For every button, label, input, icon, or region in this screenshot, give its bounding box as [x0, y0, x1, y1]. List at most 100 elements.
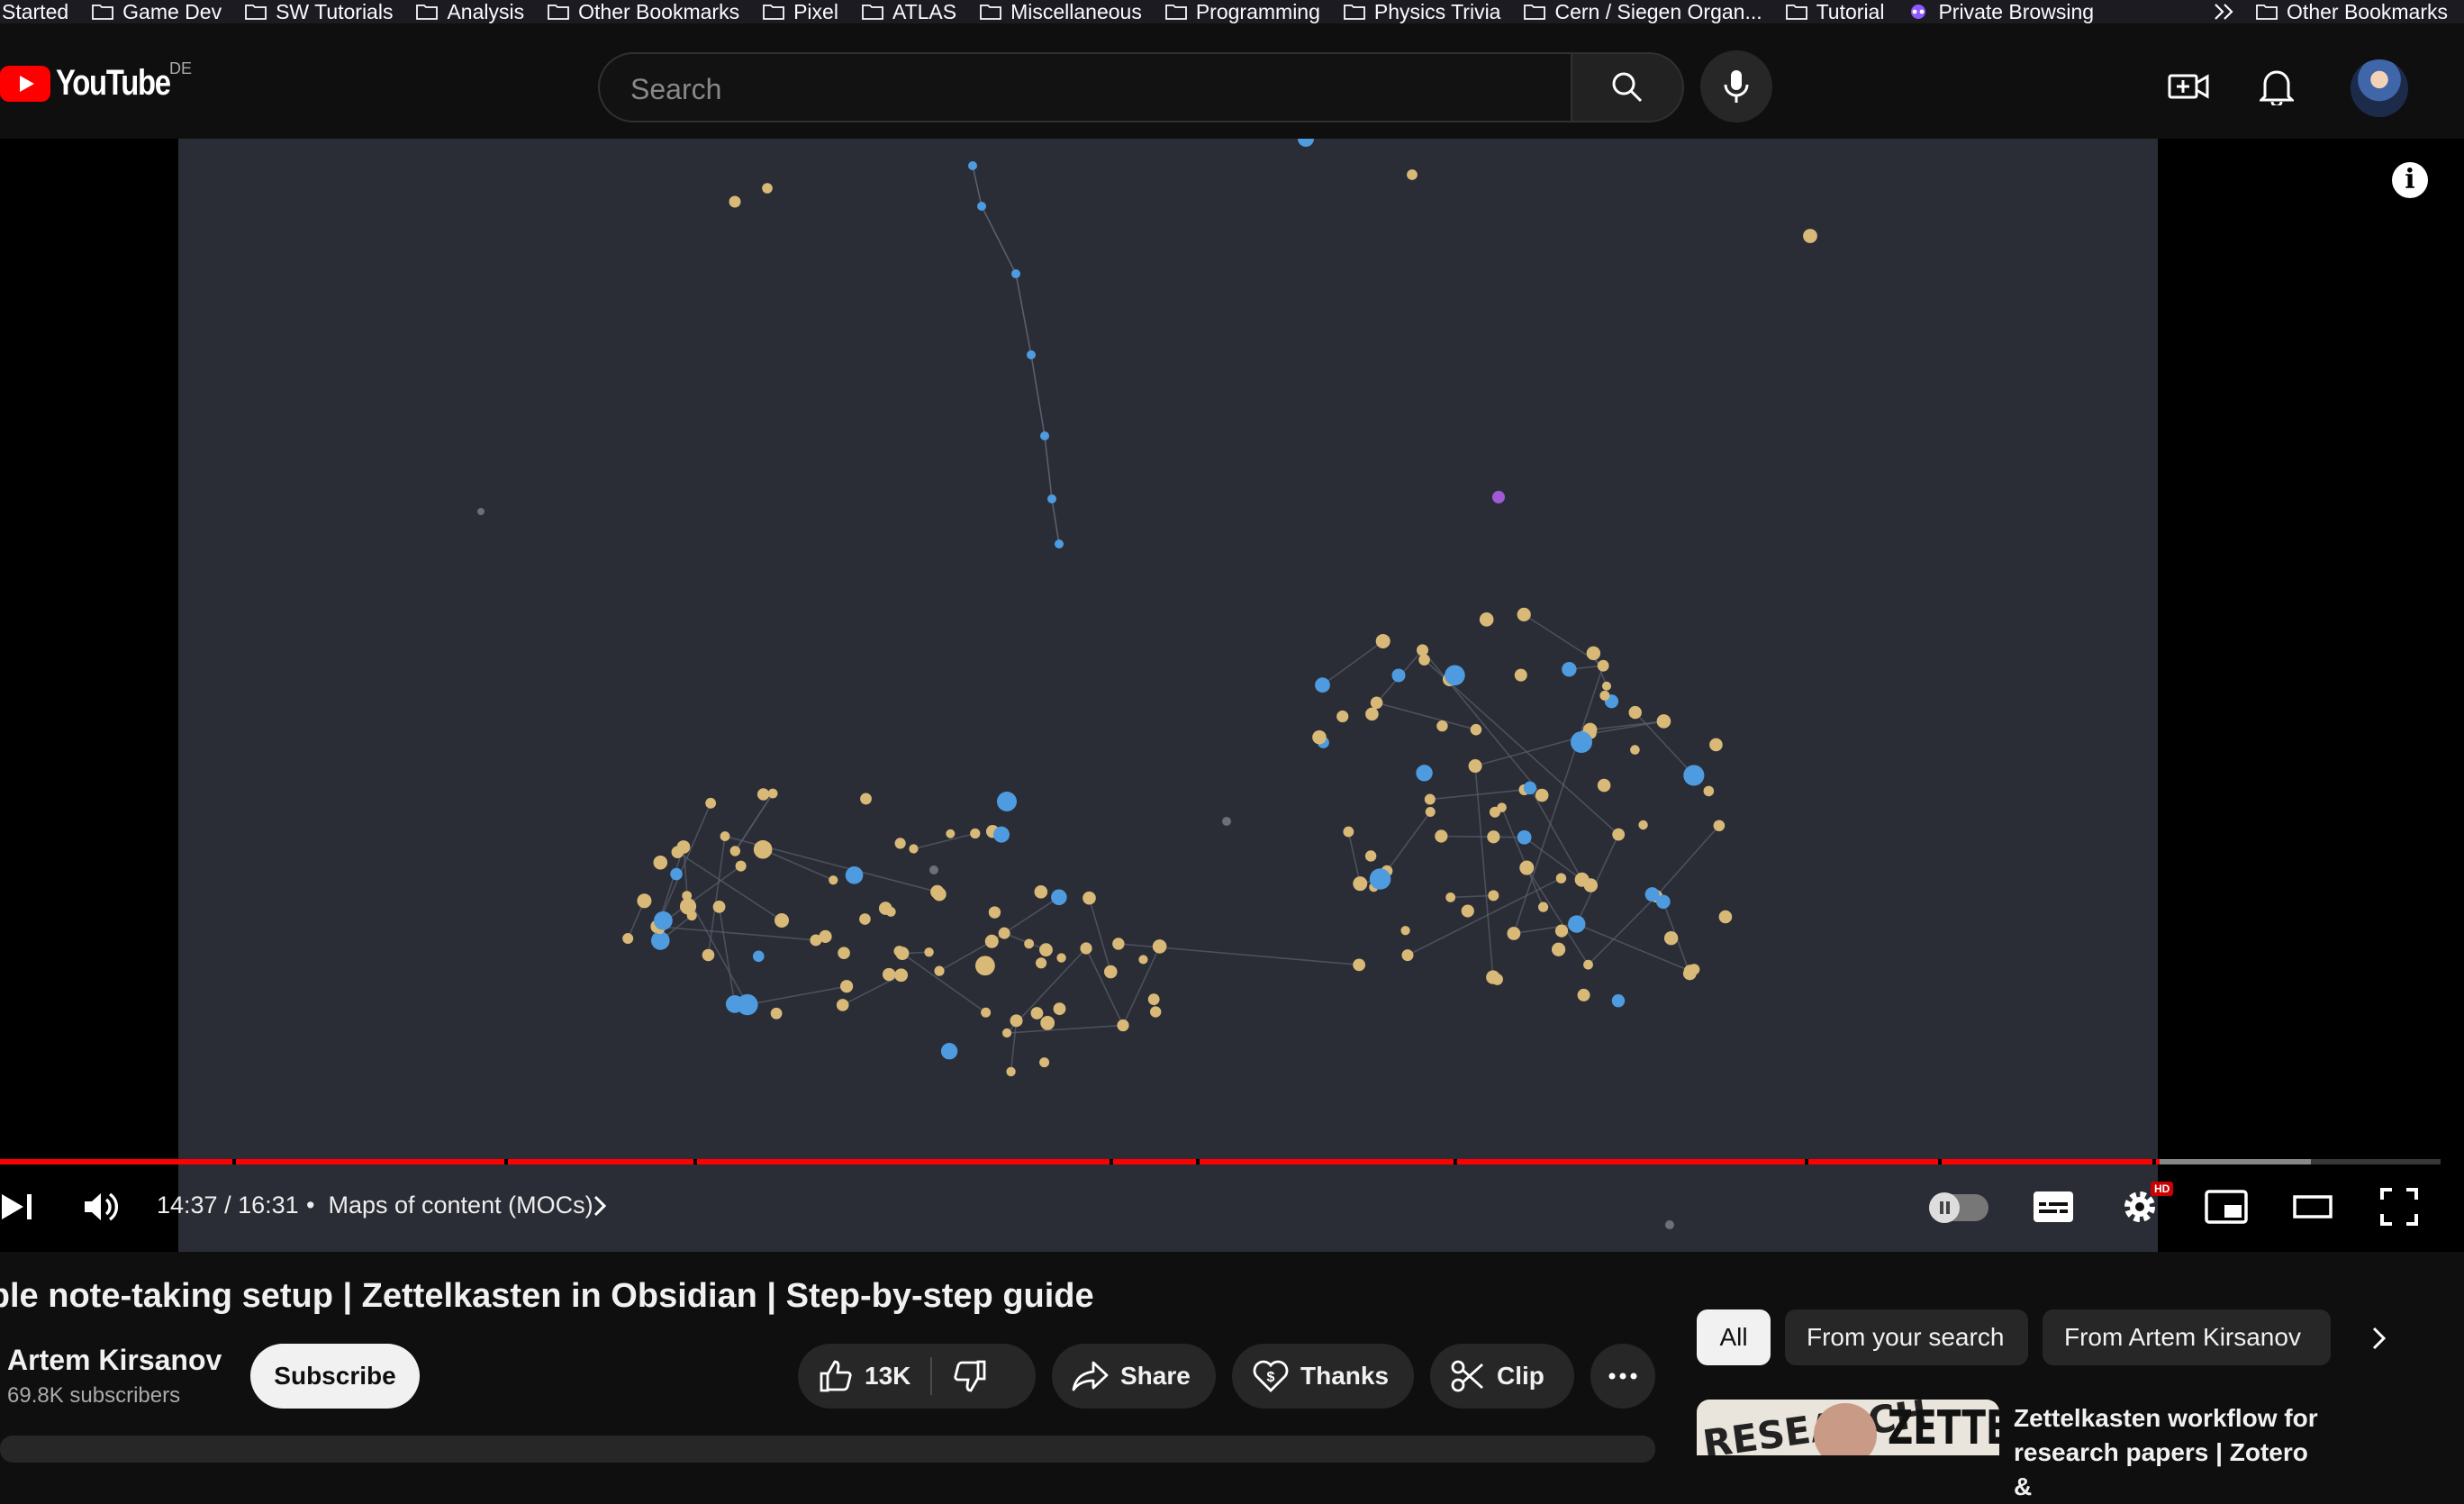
graph-node — [930, 884, 945, 899]
graph-node — [1011, 269, 1020, 278]
youtube-logo[interactable]: YouTube — [0, 63, 195, 104]
bookmark-folder[interactable]: Game Dev — [92, 0, 222, 23]
clip-button[interactable]: Clip — [1430, 1344, 1574, 1409]
bookmark-private-browsing[interactable]: Private Browsing — [1907, 0, 2094, 23]
graph-node — [1709, 738, 1723, 752]
graph-node — [1080, 942, 1092, 955]
chip-from-channel[interactable]: From Artem Kirsanov — [2043, 1309, 2331, 1365]
theater-mode-button[interactable] — [2289, 1185, 2336, 1228]
bookmark-folder[interactable]: Physics Trivia — [1343, 0, 1500, 23]
description-box[interactable] — [0, 1436, 1655, 1463]
chevron-double-right-icon[interactable] — [2213, 3, 2236, 21]
graph-node — [970, 828, 981, 839]
graph-node — [894, 838, 906, 849]
share-button[interactable]: Share — [1052, 1344, 1216, 1409]
mute-button[interactable] — [79, 1187, 124, 1227]
graph-node — [988, 906, 1001, 919]
progress-bar[interactable] — [0, 1159, 2441, 1164]
graph-node — [622, 933, 634, 945]
fullscreen-button[interactable] — [2376, 1185, 2423, 1228]
scissors-icon — [1451, 1360, 1483, 1392]
graph-node — [653, 911, 673, 930]
graph-node — [1001, 1028, 1012, 1038]
graph-node — [1644, 887, 1660, 902]
search-button[interactable] — [1571, 52, 1684, 122]
graph-node — [1055, 539, 1064, 548]
graph-node — [1006, 1066, 1016, 1077]
graph-node — [1803, 229, 1817, 243]
chapter-marker — [232, 1159, 236, 1164]
graph-node — [984, 934, 999, 948]
miniplayer-button[interactable] — [2203, 1185, 2250, 1228]
folder-icon — [862, 5, 883, 20]
graph-node — [1336, 710, 1349, 723]
graph-node — [974, 956, 995, 976]
chapter-marker — [1938, 1159, 1942, 1164]
chip-all[interactable]: All — [1697, 1309, 1771, 1365]
graph-node — [1370, 696, 1383, 710]
info-icon[interactable]: i — [2392, 162, 2428, 198]
notifications-button[interactable] — [2255, 65, 2298, 108]
graph-node — [1040, 431, 1049, 440]
graph-node — [1035, 957, 1047, 969]
subtitles-button[interactable] — [2030, 1185, 2077, 1228]
subscribe-button[interactable]: Subscribe — [250, 1344, 420, 1409]
graph-node — [1555, 873, 1567, 883]
recommended-thumbnail[interactable]: RESEARCH ZETTEL — [1697, 1400, 1999, 1455]
avatar[interactable] — [2351, 59, 2408, 117]
bookmark-folder[interactable]: Other Bookmarks — [2256, 0, 2448, 23]
like-button[interactable]: 13K — [818, 1358, 910, 1394]
graph-node — [1040, 1015, 1055, 1030]
miniplayer-icon — [2205, 1190, 2248, 1224]
graph-node — [909, 844, 919, 854]
dislike-button[interactable] — [952, 1358, 988, 1394]
bookmark-started[interactable]: Started — [2, 0, 68, 23]
thanks-button[interactable]: $ Thanks — [1232, 1344, 1414, 1409]
graph-node — [1027, 350, 1036, 359]
folder-icon — [92, 5, 114, 20]
bookmark-folder[interactable]: Programming — [1164, 0, 1320, 23]
graph-node — [1416, 765, 1433, 782]
video-player[interactable]: i — [0, 139, 2464, 1252]
folder-icon — [416, 5, 439, 20]
graph-node — [1488, 890, 1499, 901]
graph-node — [882, 967, 896, 982]
search-input[interactable] — [629, 68, 1533, 110]
bookmark-folder[interactable]: SW Tutorials — [245, 0, 393, 23]
graph-node — [1312, 729, 1327, 745]
bookmark-folder[interactable]: Pixel — [763, 0, 838, 23]
bookmark-folder[interactable]: Cern / Siegen Organ... — [1524, 0, 1762, 23]
graph-node — [1586, 646, 1601, 661]
search-box — [598, 52, 1571, 122]
graph-node — [1470, 723, 1482, 736]
graph-node — [1222, 817, 1231, 826]
graph-node — [702, 948, 715, 962]
graph-node — [1315, 677, 1330, 693]
channel-name[interactable]: Artem Kirsanov — [7, 1344, 222, 1377]
graph-node — [1034, 885, 1048, 899]
recommended-title[interactable]: Zettelkasten workflow for research paper… — [2014, 1401, 2320, 1504]
bookmark-folder[interactable]: Tutorial — [1785, 0, 1884, 23]
autoplay-toggle[interactable] — [1929, 1192, 1988, 1223]
chips-next-button[interactable] — [2358, 1317, 2401, 1360]
chip-from-your-search[interactable]: From your search — [1785, 1309, 2028, 1365]
graph-node — [924, 947, 934, 957]
youtube-play-icon — [0, 65, 50, 102]
graph-node — [1491, 974, 1503, 985]
voice-search-button[interactable] — [1700, 50, 1772, 122]
bookmark-folder[interactable]: Other Bookmarks — [548, 0, 739, 23]
bookmark-folder[interactable]: Miscellaneous — [980, 0, 1142, 23]
bookmark-folder[interactable]: Analysis — [416, 0, 524, 23]
graph-node — [1492, 491, 1505, 503]
folder-icon — [1785, 5, 1807, 20]
graph-node — [1517, 607, 1531, 621]
next-button[interactable] — [0, 1189, 36, 1225]
graph-node — [1683, 965, 1697, 978]
graph-node — [1147, 993, 1160, 1006]
bookmark-folder[interactable]: ATLAS — [862, 0, 956, 23]
chapter-title[interactable]: • Maps of content (MOCs) — [306, 1191, 593, 1219]
more-actions-button[interactable] — [1590, 1344, 1655, 1409]
create-button[interactable] — [2167, 65, 2210, 108]
graph-node — [1537, 901, 1549, 912]
search-icon — [1612, 72, 1643, 103]
